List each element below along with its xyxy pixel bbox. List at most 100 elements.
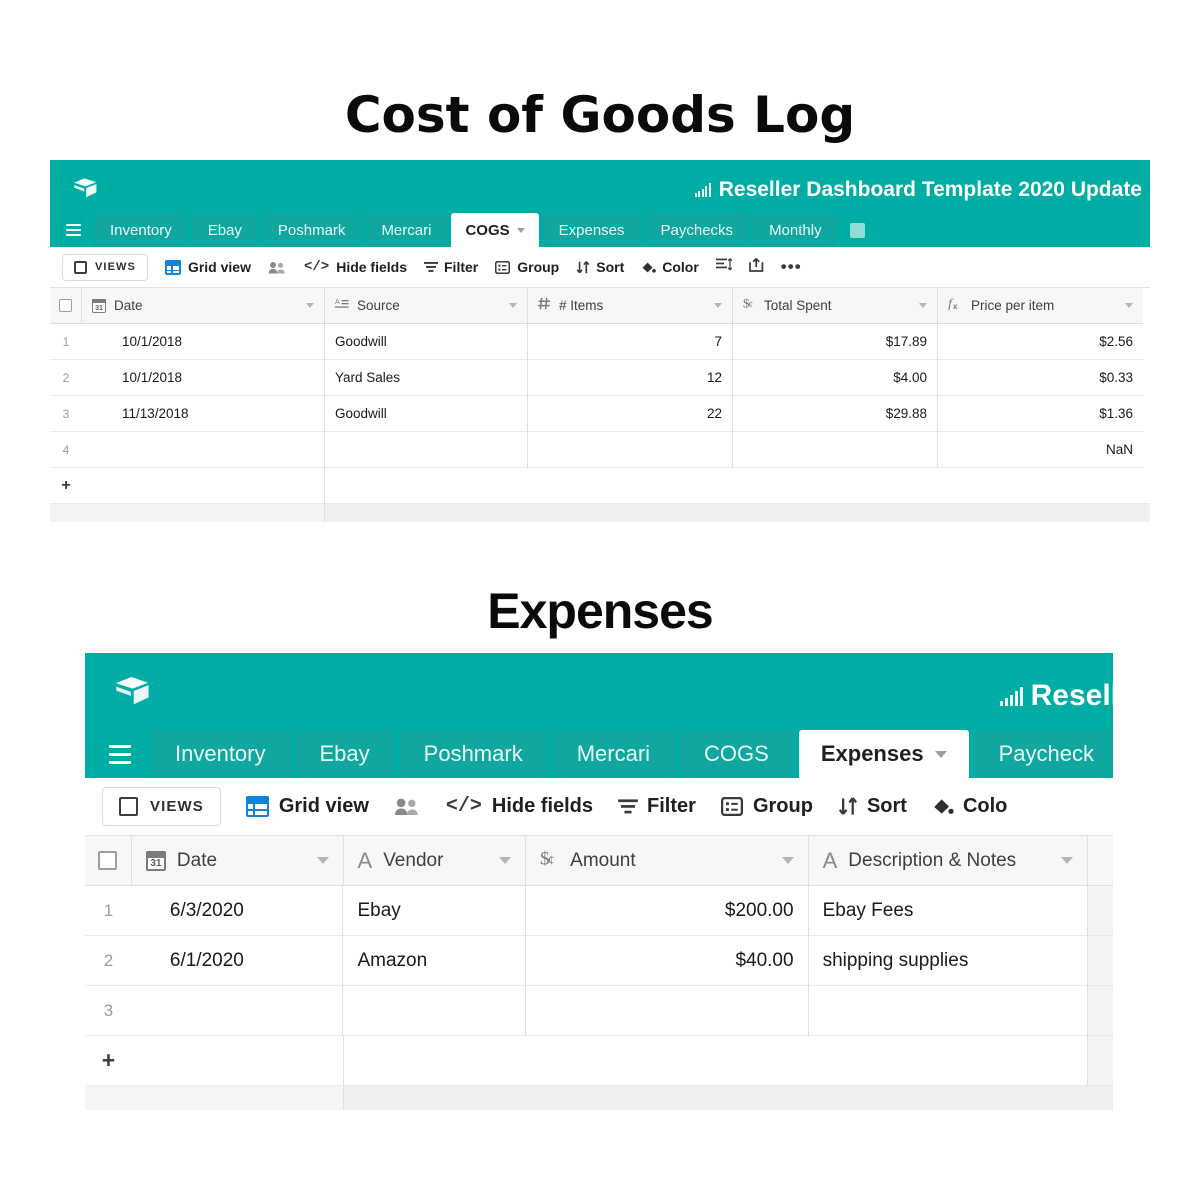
table-row[interactable]: 2 6/1/2020 Amazon $40.00 shipping suppli…: [85, 936, 1113, 986]
chevron-down-icon[interactable]: [306, 303, 314, 308]
more-options-icon[interactable]: •••: [781, 257, 802, 277]
views-button[interactable]: VIEWS: [62, 253, 148, 281]
tab-cogs[interactable]: COGS: [451, 213, 539, 247]
cell-price-per-item[interactable]: $1.36: [938, 396, 1143, 432]
select-all-checkbox[interactable]: [59, 299, 72, 312]
collaborators-icon[interactable]: [268, 261, 287, 274]
tab-paychecks[interactable]: Paychecks: [644, 213, 750, 247]
cell-num-items[interactable]: 22: [528, 396, 733, 432]
table-row[interactable]: 3 11/13/2018 Goodwill 22 $29.88 $1.36: [50, 396, 1150, 432]
cell-amount[interactable]: [526, 986, 809, 1036]
chevron-down-icon[interactable]: [714, 303, 722, 308]
cogs-add-row[interactable]: +: [50, 468, 1150, 504]
add-row-button[interactable]: +: [85, 1036, 132, 1086]
collaborators-icon[interactable]: [394, 797, 421, 816]
column-header-source[interactable]: A Source: [325, 288, 528, 324]
table-row[interactable]: 1 6/3/2020 Ebay $200.00 Ebay Fees: [85, 886, 1113, 936]
cell-amount[interactable]: $200.00: [526, 886, 809, 936]
chevron-down-icon[interactable]: [316, 857, 329, 864]
table-row[interactable]: 2 10/1/2018 Yard Sales 12 $4.00 $0.33: [50, 360, 1150, 396]
cell-description-notes[interactable]: [808, 986, 1089, 1036]
cell-amount[interactable]: $40.00: [526, 936, 809, 986]
column-header-date[interactable]: 31 Date: [82, 288, 325, 324]
share-export-icon[interactable]: [748, 257, 764, 277]
cell-total-spent[interactable]: $4.00: [733, 360, 938, 396]
column-header-date[interactable]: 31 Date: [131, 836, 344, 886]
chevron-down-icon[interactable]: [781, 857, 794, 864]
tab-expenses[interactable]: Expenses: [798, 730, 969, 778]
views-button[interactable]: VIEWS: [102, 787, 221, 826]
cell-total-spent[interactable]: $17.89: [733, 324, 938, 360]
chevron-down-icon[interactable]: [919, 303, 927, 308]
table-row[interactable]: 3: [85, 986, 1113, 1036]
column-header-price-per-item[interactable]: fx Price per item: [938, 288, 1143, 324]
tab-mercari[interactable]: Mercari: [365, 213, 448, 247]
filter-button[interactable]: Filter: [618, 795, 696, 818]
tab-expenses[interactable]: Expenses: [542, 213, 641, 247]
cell-date[interactable]: 10/1/2018: [82, 324, 325, 360]
cell-description-notes[interactable]: Ebay Fees: [808, 886, 1089, 936]
cell-source[interactable]: Goodwill: [325, 324, 528, 360]
group-button[interactable]: Group: [720, 795, 813, 818]
tab-inventory[interactable]: Inventory: [94, 213, 188, 247]
row-height-icon[interactable]: [715, 258, 732, 276]
cell-price-per-item[interactable]: $2.56: [938, 324, 1143, 360]
cell-date[interactable]: [131, 986, 344, 1036]
grid-view-button[interactable]: Grid view: [164, 259, 251, 275]
cell-num-items[interactable]: 12: [528, 360, 733, 396]
tab-paychecks[interactable]: Paycheck: [974, 730, 1113, 778]
select-all-checkbox-cell[interactable]: [50, 288, 82, 324]
column-header-vendor[interactable]: A Vendor: [343, 836, 527, 886]
select-all-checkbox[interactable]: [98, 851, 118, 870]
cell-source[interactable]: Yard Sales: [325, 360, 528, 396]
cell-date[interactable]: 6/1/2020: [131, 936, 344, 986]
tab-cogs[interactable]: COGS: [680, 730, 793, 778]
cell-date[interactable]: [82, 432, 325, 468]
cell-date[interactable]: 11/13/2018: [82, 396, 325, 432]
cell-price-per-item[interactable]: $0.33: [938, 360, 1143, 396]
table-row[interactable]: 4 NaN: [50, 432, 1150, 468]
column-header-description-notes[interactable]: A Description & Notes: [808, 836, 1089, 886]
filter-button[interactable]: Filter: [424, 259, 478, 275]
cell-vendor[interactable]: [343, 986, 527, 1036]
select-all-checkbox-cell[interactable]: [85, 836, 132, 886]
chevron-down-icon[interactable]: [516, 227, 525, 233]
column-header-total-spent[interactable]: $ ¢ Total Spent: [733, 288, 938, 324]
tab-poshmark[interactable]: Poshmark: [261, 213, 362, 247]
chevron-down-icon[interactable]: [509, 303, 517, 308]
chevron-down-icon[interactable]: [934, 750, 947, 758]
hide-fields-button[interactable]: </> Hide fields: [446, 795, 593, 818]
cell-total-spent[interactable]: [733, 432, 938, 468]
tab-inventory[interactable]: Inventory: [151, 730, 290, 778]
chevron-down-icon[interactable]: [1061, 857, 1074, 864]
cell-source[interactable]: [325, 432, 528, 468]
hamburger-menu-icon[interactable]: [56, 213, 90, 247]
tab-ebay[interactable]: Ebay: [191, 213, 258, 247]
column-header-num-items[interactable]: # Items: [528, 288, 733, 324]
chevron-down-icon[interactable]: [499, 857, 512, 864]
tab-ebay[interactable]: Ebay: [295, 730, 394, 778]
group-button[interactable]: Group: [495, 259, 559, 275]
tab-poshmark[interactable]: Poshmark: [399, 730, 547, 778]
cell-source[interactable]: Goodwill: [325, 396, 528, 432]
sort-button[interactable]: Sort: [838, 795, 907, 818]
color-button[interactable]: Color: [641, 259, 699, 275]
cell-total-spent[interactable]: $29.88: [733, 396, 938, 432]
cell-vendor[interactable]: Ebay: [343, 886, 527, 936]
add-row-button[interactable]: +: [50, 468, 82, 504]
cell-date[interactable]: 10/1/2018: [82, 360, 325, 396]
column-header-amount[interactable]: $ ¢ Amount: [526, 836, 809, 886]
chevron-down-icon[interactable]: [1125, 303, 1133, 308]
color-button[interactable]: Colo: [932, 795, 1007, 818]
expenses-add-row[interactable]: +: [85, 1036, 1113, 1086]
tab-monthly[interactable]: Monthly: [753, 213, 838, 247]
add-table-icon[interactable]: [842, 213, 874, 247]
cell-num-items[interactable]: 7: [528, 324, 733, 360]
sort-button[interactable]: Sort: [576, 259, 624, 275]
cell-num-items[interactable]: [528, 432, 733, 468]
cell-date[interactable]: 6/3/2020: [131, 886, 344, 936]
cell-price-per-item[interactable]: NaN: [938, 432, 1143, 468]
table-row[interactable]: 1 10/1/2018 Goodwill 7 $17.89 $2.56: [50, 324, 1150, 360]
tab-mercari[interactable]: Mercari: [552, 730, 675, 778]
grid-view-button[interactable]: Grid view: [245, 795, 369, 818]
